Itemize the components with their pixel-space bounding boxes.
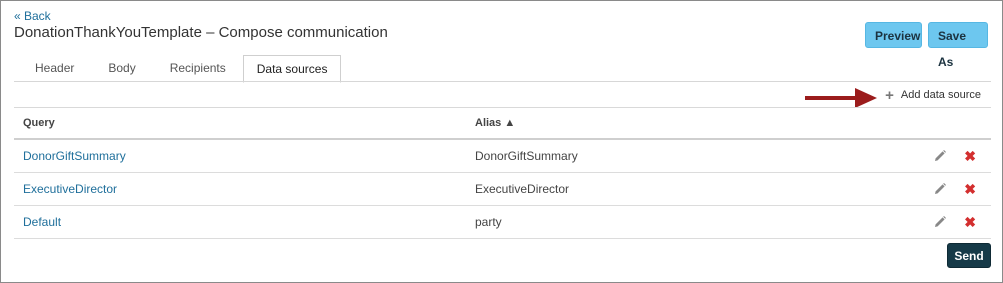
column-header-alias[interactable]: Alias ▲: [466, 117, 912, 129]
preview-button[interactable]: Preview: [865, 22, 922, 48]
pencil-icon[interactable]: [933, 149, 947, 163]
tab-body[interactable]: Body: [91, 55, 152, 81]
table-row: DonorGiftSummary DonorGiftSummary ✖: [14, 140, 991, 173]
page-frame: « Back DonationThankYouTemplate – Compos…: [0, 0, 1003, 283]
row-actions: ✖: [912, 149, 991, 163]
delete-x-icon[interactable]: ✖: [964, 149, 976, 163]
tab-recipients[interactable]: Recipients: [153, 55, 243, 81]
row-actions: ✖: [912, 182, 991, 196]
pencil-icon[interactable]: [933, 215, 947, 229]
save-as-button[interactable]: Save As: [928, 22, 988, 69]
tab-divider: [14, 81, 991, 82]
plus-icon: +: [885, 86, 894, 104]
delete-x-icon[interactable]: ✖: [964, 215, 976, 229]
alias-cell: party: [475, 215, 502, 229]
add-data-source-label: Add data source: [900, 89, 981, 101]
tab-bar: Header Body Recipients Data sources: [18, 55, 342, 83]
query-link[interactable]: ExecutiveDirector: [14, 182, 466, 196]
alias-cell: DonorGiftSummary: [475, 149, 578, 163]
table-row: Default party ✖: [14, 206, 991, 239]
data-sources-table: Query Alias ▲ DonorGiftSummary DonorGift…: [14, 107, 991, 239]
alias-cell: ExecutiveDirector: [475, 182, 570, 196]
row-actions: ✖: [912, 215, 991, 229]
tab-header[interactable]: Header: [18, 55, 91, 81]
back-link[interactable]: « Back: [14, 9, 51, 23]
delete-x-icon[interactable]: ✖: [964, 182, 976, 196]
send-button[interactable]: Send: [947, 243, 991, 268]
tab-data-sources[interactable]: Data sources: [242, 55, 342, 83]
add-data-source-button[interactable]: + Add data source: [885, 86, 981, 104]
query-link[interactable]: DonorGiftSummary: [14, 149, 466, 163]
page-title: DonationThankYouTemplate – Compose commu…: [14, 24, 388, 41]
table-row: ExecutiveDirector ExecutiveDirector ✖: [14, 173, 991, 206]
pencil-icon[interactable]: [933, 182, 947, 196]
query-link[interactable]: Default: [14, 215, 466, 229]
table-header: Query Alias ▲: [14, 107, 991, 140]
column-header-query[interactable]: Query: [14, 117, 466, 129]
